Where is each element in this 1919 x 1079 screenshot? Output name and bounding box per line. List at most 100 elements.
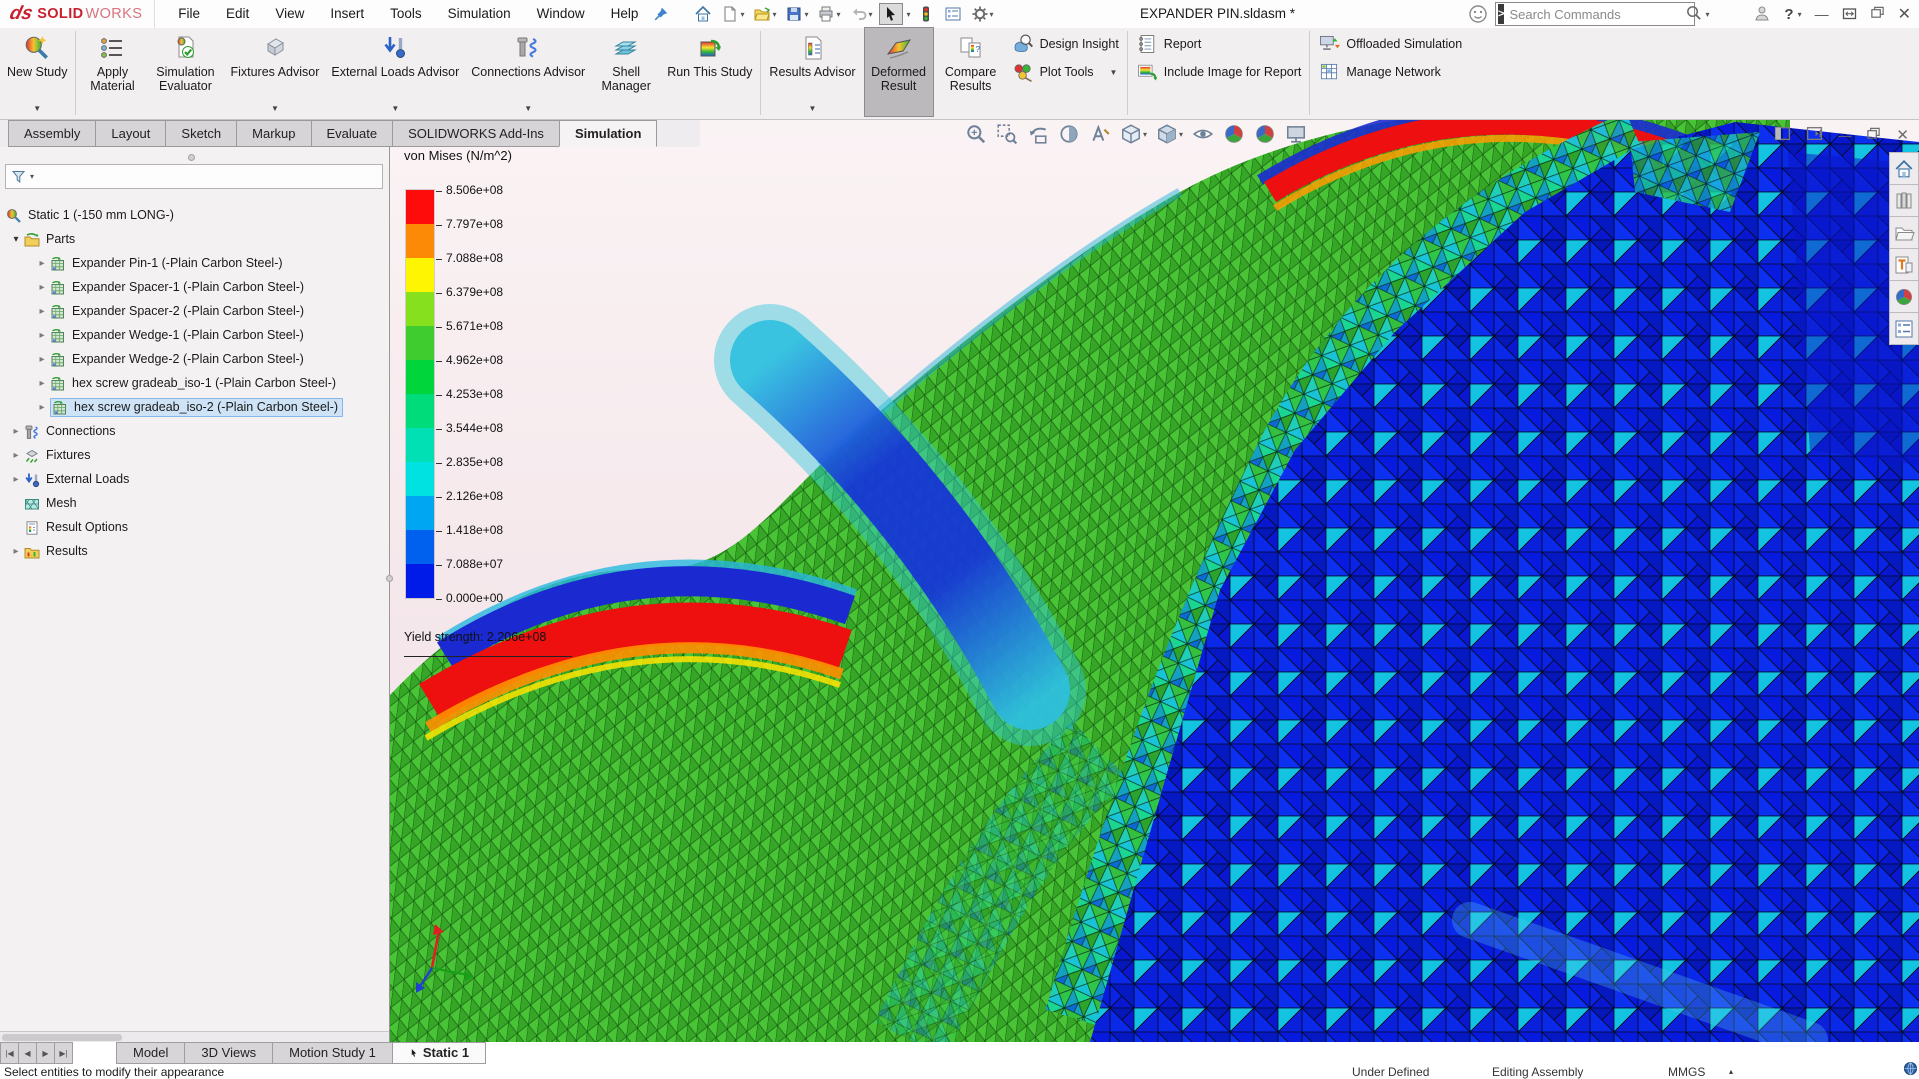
tab-sketch[interactable]: Sketch: [165, 120, 237, 147]
doc-restore-button[interactable]: [1866, 126, 1881, 144]
fixtures-advisor-button[interactable]: Fixtures Advisor ▼: [227, 28, 322, 116]
tab-markup[interactable]: Markup: [236, 120, 311, 147]
shell-manager-button[interactable]: Shell Manager: [594, 28, 658, 116]
apply-scene-icon[interactable]: [1254, 123, 1276, 145]
appearances-icon[interactable]: [1889, 280, 1919, 313]
graphics-viewport[interactable]: ▾ ▾ — ✕ von Mises (N/m^2): [390, 120, 1919, 1042]
chevron-down-icon[interactable]: ▾: [804, 10, 808, 19]
tree-item-part[interactable]: ▸ Expander Wedge-1 (-Plain Carbon Steel-…: [0, 323, 389, 347]
select-cursor-icon[interactable]: [879, 3, 903, 25]
chevron-down-icon[interactable]: ▼: [33, 104, 41, 113]
results-advisor-button[interactable]: Results Advisor ▼: [766, 28, 858, 116]
chevron-down-icon[interactable]: ▾: [772, 10, 776, 19]
chevron-down-icon[interactable]: ▾: [907, 10, 911, 19]
expand-arrow-icon[interactable]: ▸: [8, 450, 24, 461]
units-selector[interactable]: MMGS: [1668, 1065, 1705, 1079]
print-icon[interactable]: ▾: [814, 3, 843, 25]
offloaded-simulation-button[interactable]: Offloaded Simulation: [1318, 32, 1462, 56]
tree-item-part[interactable]: ▸ Expander Spacer-2 (-Plain Carbon Steel…: [0, 299, 389, 323]
hide-show-items-icon[interactable]: [1192, 123, 1214, 145]
chevron-down-icon[interactable]: ▼: [271, 104, 279, 113]
search-input[interactable]: [1509, 7, 1685, 22]
edit-appearance-icon[interactable]: [1223, 123, 1245, 145]
plot-tools-button[interactable]: Plot Tools ▼: [1012, 60, 1119, 84]
annotations-icon[interactable]: [1089, 123, 1111, 145]
file-explorer-icon[interactable]: [1889, 216, 1919, 249]
tree-item-part-selected[interactable]: ▸ hex screw gradeab_iso-2 (-Plain Carbon…: [0, 395, 389, 419]
deformed-result-button[interactable]: Deformed Result: [865, 28, 933, 116]
expand-arrow-icon[interactable]: ▸: [34, 330, 50, 341]
manage-network-button[interactable]: Manage Network: [1318, 60, 1462, 84]
tree-item-mesh[interactable]: Mesh: [0, 491, 389, 515]
expand-arrow-icon[interactable]: ▸: [34, 258, 50, 269]
chevron-down-icon[interactable]: ▾: [740, 10, 744, 19]
design-insight-button[interactable]: Design Insight: [1012, 32, 1119, 56]
new-study-button[interactable]: New Study ▼: [4, 28, 70, 116]
open-icon[interactable]: ▾: [750, 3, 779, 25]
user-account-icon[interactable]: [1753, 4, 1771, 25]
menu-view[interactable]: View: [262, 0, 317, 28]
pin-menu-icon[interactable]: [653, 6, 669, 22]
include-image-for-report-button[interactable]: Include Image for Report: [1136, 60, 1302, 84]
tree-item-part[interactable]: ▸ Expander Pin-1 (-Plain Carbon Steel-): [0, 251, 389, 275]
expand-arrow-icon[interactable]: ▸: [8, 426, 24, 437]
chevron-down-icon[interactable]: ▼: [391, 104, 399, 113]
design-library-icon[interactable]: [1889, 184, 1919, 217]
home-icon[interactable]: [1889, 152, 1919, 185]
tree-item-part[interactable]: ▸ Expander Wedge-2 (-Plain Carbon Steel-…: [0, 347, 389, 371]
rebuild-icon[interactable]: [914, 3, 938, 25]
tab-model[interactable]: Model: [116, 1042, 185, 1064]
options-list-icon[interactable]: [941, 3, 965, 25]
view-orientation-icon[interactable]: ▾: [1120, 123, 1147, 145]
chevron-down-icon[interactable]: ▼: [1110, 68, 1118, 77]
tree-item-fixtures[interactable]: ▸ Fixtures: [0, 443, 389, 467]
run-this-study-button[interactable]: Run This Study: [664, 28, 755, 116]
tab-scroll-left-button[interactable]: ◀: [18, 1042, 37, 1064]
maximize-button[interactable]: [1842, 6, 1857, 22]
menu-help[interactable]: Help: [598, 0, 652, 28]
doc-minimize-button[interactable]: —: [1838, 128, 1851, 143]
tree-item-part[interactable]: ▸ Expander Spacer-1 (-Plain Carbon Steel…: [0, 275, 389, 299]
expand-arrow-icon[interactable]: ▸: [34, 378, 50, 389]
chevron-down-icon[interactable]: ▾: [1798, 10, 1802, 19]
expand-arrow-icon[interactable]: ▸: [8, 474, 24, 485]
tab-simulation[interactable]: Simulation: [559, 120, 657, 147]
menu-file[interactable]: File: [165, 0, 213, 28]
chevron-down-icon[interactable]: ▼: [809, 104, 817, 113]
custom-properties-icon[interactable]: [1889, 312, 1919, 345]
tree-horizontal-scrollbar[interactable]: [0, 1031, 389, 1042]
tab-assembly[interactable]: Assembly: [8, 120, 96, 147]
show-pane-icon[interactable]: [1774, 125, 1791, 145]
chevron-down-icon[interactable]: ▾: [990, 10, 994, 19]
external-loads-advisor-button[interactable]: External Loads Advisor ▼: [328, 28, 462, 116]
feedback-smiley-icon[interactable]: [1468, 4, 1488, 27]
expand-arrow-icon[interactable]: ▸: [8, 546, 24, 557]
undo-icon[interactable]: ▾: [847, 3, 876, 25]
tree-item-external-loads[interactable]: ▸ External Loads: [0, 467, 389, 491]
section-view-icon[interactable]: [1058, 123, 1080, 145]
chevron-down-icon[interactable]: ▾: [1179, 130, 1183, 139]
chevron-down-icon[interactable]: ▾: [1143, 130, 1147, 139]
help-button[interactable]: ?: [1784, 6, 1793, 23]
panel-splitter-handle[interactable]: [188, 154, 195, 161]
tree-item-part[interactable]: ▸ hex screw gradeab_iso-1 (-Plain Carbon…: [0, 371, 389, 395]
expand-arrow-icon[interactable]: ▸: [34, 306, 50, 317]
save-icon[interactable]: ▾: [782, 3, 811, 25]
expand-arrow-icon[interactable]: ▸: [34, 282, 50, 293]
tree-item-study[interactable]: Static 1 (-150 mm LONG-): [0, 203, 389, 227]
apply-material-button[interactable]: Apply Material: [81, 28, 143, 116]
tab-layout[interactable]: Layout: [95, 120, 166, 147]
doc-close-button[interactable]: ✕: [1896, 126, 1909, 144]
new-document-icon[interactable]: ▾: [718, 3, 747, 25]
tab-scroll-right-button[interactable]: ▶: [36, 1042, 55, 1064]
expand-arrow-icon[interactable]: ▸: [34, 354, 50, 365]
view-palette-icon[interactable]: [1889, 248, 1919, 281]
tree-filter-box[interactable]: ▾: [5, 164, 383, 189]
compare-results-button[interactable]: Compare Results: [939, 28, 1003, 116]
chevron-down-icon[interactable]: ▾: [869, 10, 873, 19]
chevron-down-icon[interactable]: ▾: [836, 10, 840, 19]
menu-edit[interactable]: Edit: [213, 0, 262, 28]
menu-insert[interactable]: Insert: [317, 0, 377, 28]
menu-simulation[interactable]: Simulation: [435, 0, 524, 28]
expand-arrow-icon[interactable]: ▾: [8, 234, 24, 245]
